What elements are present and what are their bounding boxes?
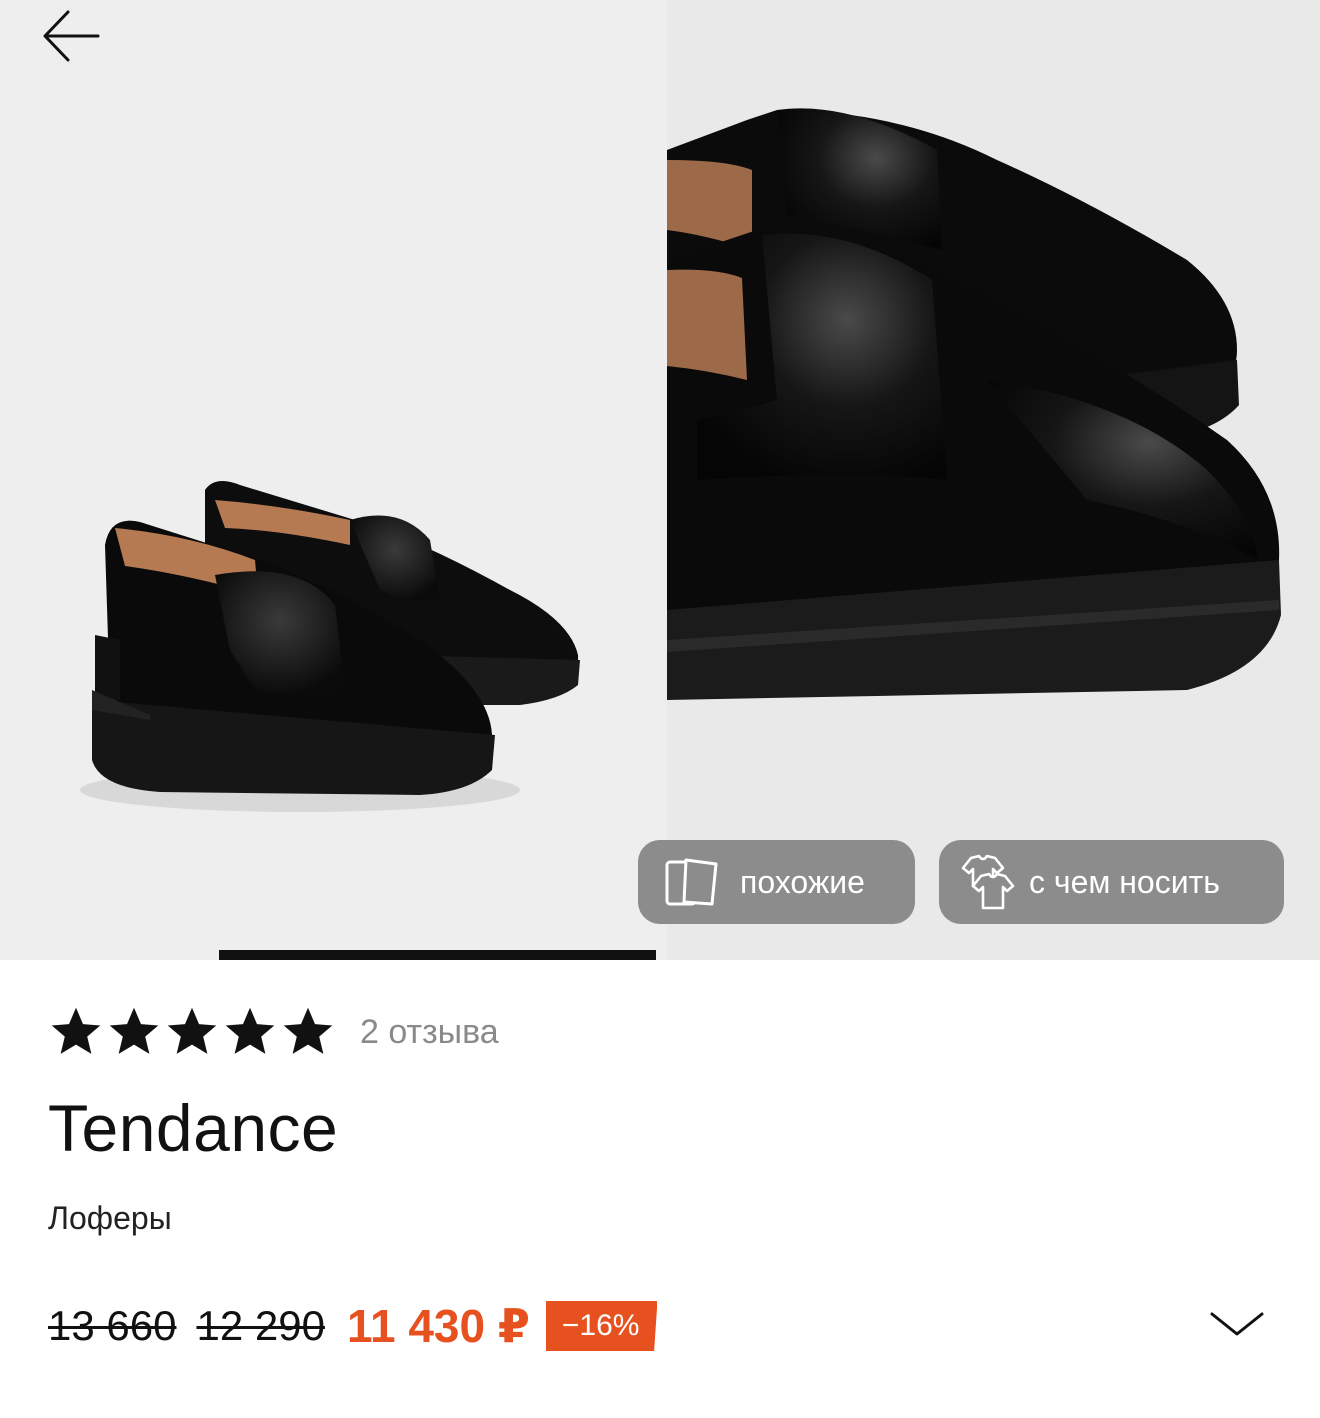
arrow-left-icon — [43, 10, 100, 62]
gallery-page-indicator — [219, 950, 656, 960]
rating-row[interactable]: 2 отзыва — [48, 1004, 499, 1060]
discount-badge: −16% — [545, 1301, 658, 1351]
product-category: Лоферы — [48, 1200, 172, 1236]
cards-icon — [665, 858, 718, 906]
product-photo-main[interactable] — [0, 0, 660, 960]
chevron-down-icon — [1210, 1312, 1264, 1336]
wear-with-button[interactable]: с чем носить — [939, 840, 1284, 924]
wear-with-label: с чем носить — [1029, 863, 1220, 900]
star-icon — [167, 1007, 217, 1054]
back-button[interactable] — [36, 6, 108, 66]
product-gallery[interactable]: похожие с чем носить — [0, 0, 1320, 960]
loafers-pair-image — [80, 481, 580, 812]
original-price: 13 660 — [48, 1302, 177, 1349]
current-price: 11 430 ₽ — [346, 1300, 530, 1352]
loafers-closeup-image — [667, 108, 1281, 700]
price-details-toggle[interactable] — [1204, 1300, 1270, 1350]
similar-button[interactable]: похожие — [638, 840, 915, 924]
similar-label: похожие — [740, 863, 865, 900]
star-icon — [225, 1007, 275, 1054]
star-icon — [109, 1007, 159, 1054]
star-icon — [51, 1007, 101, 1054]
previous-price: 12 290 — [196, 1302, 325, 1349]
product-photo-closeup[interactable] — [667, 0, 1320, 960]
star-icon — [283, 1007, 333, 1054]
brand-name[interactable]: Tendance — [48, 1090, 338, 1166]
reviews-link[interactable]: 2 отзыва — [360, 1013, 499, 1052]
rating-stars — [48, 1004, 336, 1060]
shirts-icon — [961, 854, 1015, 910]
price-row: 13 660 12 290 11 430 ₽ −16% — [48, 1296, 658, 1356]
